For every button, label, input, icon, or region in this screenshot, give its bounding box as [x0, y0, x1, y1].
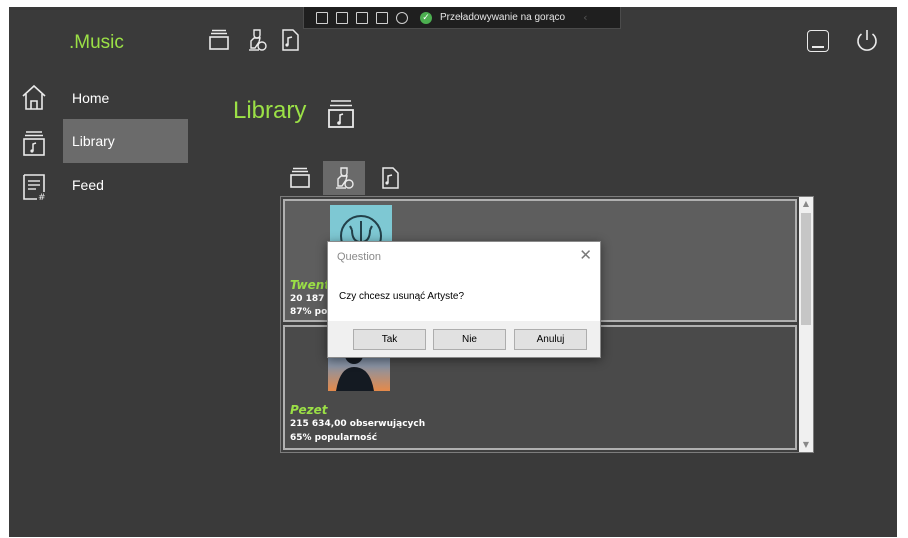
page-title: Library	[233, 97, 307, 124]
svg-text:#: #	[38, 193, 46, 201]
cancel-button[interactable]: Anuluj	[514, 329, 587, 350]
close-icon[interactable]: ✕	[579, 246, 592, 264]
scroll-up-icon[interactable]: ▲	[799, 197, 813, 211]
app-window: ✓ Przeładowywanie na gorąco ‹ .Music Hom…	[9, 7, 897, 537]
artist-person-icon[interactable]	[245, 28, 269, 52]
albums-stack-icon	[290, 167, 310, 188]
artists-stack-icon[interactable]	[207, 28, 231, 52]
feed-icon[interactable]: #	[20, 173, 48, 201]
dialog-message: Czy chcesz usunąć Artyste?	[339, 291, 465, 302]
home-icon[interactable]	[20, 83, 48, 111]
library-icon[interactable]	[20, 129, 48, 157]
library-icon	[328, 100, 354, 128]
debug-toolbar: ✓ Przeładowywanie na gorąco ‹	[303, 7, 621, 29]
display-layout-adorners-icon[interactable]	[336, 11, 348, 24]
sidebar-item-feed[interactable]: Feed	[63, 163, 188, 207]
collapse-toolbar-icon[interactable]: ‹	[583, 11, 587, 24]
artist-name: Pezet	[290, 403, 328, 417]
no-button[interactable]: Nie	[433, 329, 506, 350]
yes-button[interactable]: Tak	[353, 329, 426, 350]
minimize-button[interactable]	[807, 30, 829, 52]
hot-reload-check-icon: ✓	[420, 11, 432, 24]
sidebar-item-library[interactable]: Library	[63, 119, 188, 163]
artist-popularity: 65% popularność	[290, 433, 378, 443]
sidebar-item-label: Feed	[72, 177, 104, 193]
song-file-icon[interactable]	[278, 28, 302, 52]
track-focused-element-icon[interactable]	[356, 11, 368, 24]
artist-name: Twent	[290, 278, 331, 292]
sidebar-item-label: Home	[72, 90, 110, 106]
app-title: .Music	[69, 32, 124, 53]
bind-error-icon[interactable]	[376, 11, 388, 24]
hot-reload-label: Przeładowywanie na gorąco	[440, 12, 566, 23]
sidebar-item-home[interactable]: Home	[63, 76, 188, 120]
tab-songs[interactable]	[369, 161, 411, 195]
scroll-thumb[interactable]	[801, 213, 811, 325]
scroll-down-icon[interactable]: ▼	[799, 438, 813, 452]
artist-followers: 215 634,00 obserwujących	[290, 419, 426, 429]
confirm-dialog: Question ✕ Czy chcesz usunąć Artyste? Ta…	[327, 241, 601, 358]
power-icon[interactable]	[853, 27, 881, 55]
select-element-icon[interactable]	[316, 11, 328, 24]
dialog-footer: Tak Nie Anuluj	[328, 321, 600, 357]
accessibility-icon[interactable]	[396, 11, 408, 24]
song-file-icon	[382, 167, 399, 189]
sidebar-item-label: Library	[72, 133, 115, 149]
artist-person-icon	[336, 167, 354, 189]
dialog-title: Question	[337, 251, 382, 263]
tab-artists[interactable]	[323, 161, 365, 195]
tab-albums[interactable]	[279, 161, 321, 195]
vertical-scrollbar[interactable]: ▲ ▼	[799, 197, 813, 452]
